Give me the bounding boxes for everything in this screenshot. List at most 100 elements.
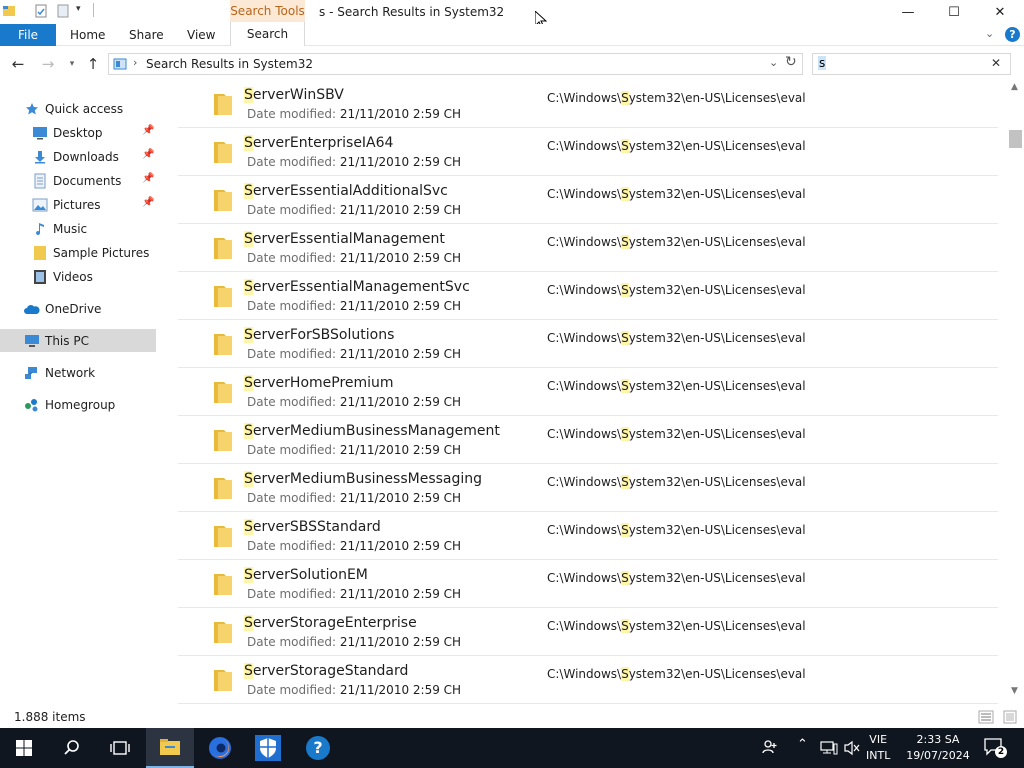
sidebar-item-network[interactable]: Network [0, 361, 156, 384]
pin-icon[interactable]: 📌 [142, 125, 154, 136]
result-row[interactable]: ServerWinSBV Date modified: 21/11/2010 2:… [178, 80, 998, 128]
sidebar-item-label: Documents [53, 173, 122, 188]
scroll-up-icon[interactable]: ▲ [1011, 82, 1018, 92]
large-icons-view-icon[interactable] [1003, 710, 1017, 724]
scrollbar-thumb[interactable] [1009, 130, 1022, 148]
new-folder-icon[interactable] [56, 4, 70, 18]
file-location: C:\Windows\System32\en-US\Licenses\eval [547, 379, 806, 393]
file-name-rest: erverStorageEnterprise [252, 615, 417, 631]
folder-icon [214, 142, 232, 163]
pin-icon[interactable]: 📌 [142, 173, 154, 184]
file-name[interactable]: ServerEssentialManagementSvc [244, 279, 470, 295]
clock[interactable]: 2:33 SA 19/07/2024 [902, 732, 974, 764]
file-name[interactable]: ServerStorageEnterprise [244, 615, 417, 631]
expand-ribbon-icon[interactable]: ⌄ [985, 27, 994, 40]
up-icon[interactable]: ↑ [83, 54, 103, 74]
sidebar-item-desktop[interactable]: Desktop 📌 [0, 121, 156, 144]
date-modified: Date modified: 21/11/2010 2:59 CH [247, 107, 461, 121]
sidebar-item-quick-access[interactable]: Quick access [0, 97, 156, 120]
file-name[interactable]: ServerForSBSolutions [244, 327, 394, 343]
date-modified: Date modified: 21/11/2010 2:59 CH [247, 251, 461, 265]
result-row[interactable]: ServerEssentialManagementSvc Date modifie… [178, 272, 998, 320]
sidebar-item-downloads[interactable]: Downloads 📌 [0, 145, 156, 168]
sidebar-item-sample-pictures[interactable]: Sample Pictures [0, 241, 156, 264]
sidebar-item-music[interactable]: Music [0, 217, 156, 240]
tab-share[interactable]: Share [129, 24, 164, 46]
scroll-down-icon[interactable]: ▼ [1011, 686, 1018, 696]
result-row[interactable]: ServerEnterpriseIA64 Date modified: 21/11… [178, 128, 998, 176]
file-name[interactable]: ServerEnterpriseIA64 [244, 135, 393, 151]
file-name[interactable]: ServerEssentialManagement [244, 231, 445, 247]
file-location: C:\Windows\System32\en-US\Licenses\eval [547, 91, 806, 105]
breadcrumb[interactable]: Search Results in System32 [146, 57, 313, 71]
file-name[interactable]: ServerMediumBusinessManagement [244, 423, 500, 439]
sidebar-item-pictures[interactable]: Pictures 📌 [0, 193, 156, 216]
file-name[interactable]: ServerMediumBusinessMessaging [244, 471, 482, 487]
clear-search-button[interactable]: ✕ [991, 56, 1001, 70]
result-row[interactable]: ServerStorageStandard Date modified: 21/1… [178, 656, 998, 704]
explorer-app-icon[interactable] [2, 4, 16, 18]
refresh-icon[interactable]: ↻ [785, 54, 797, 70]
breadcrumb-separator[interactable]: › [133, 56, 137, 69]
result-row[interactable]: ServerSBSStandard Date modified: 21/11/20… [178, 512, 998, 560]
result-row[interactable]: ServerHomePremium Date modified: 21/11/20… [178, 368, 998, 416]
close-button[interactable]: ✕ [977, 0, 1023, 24]
tab-home[interactable]: Home [70, 24, 105, 46]
file-name[interactable]: ServerEssentialAdditionalSvc [244, 183, 448, 199]
sidebar-item-onedrive[interactable]: OneDrive [0, 297, 156, 320]
input-language-indicator[interactable]: VIE INTL [866, 732, 890, 764]
file-name[interactable]: ServerWinSBV [244, 87, 344, 103]
search-button[interactable] [48, 728, 96, 768]
result-row[interactable]: ServerMediumBusinessManagement Date modif… [178, 416, 998, 464]
file-name[interactable]: ServerSolutionEM [244, 567, 368, 583]
show-hidden-icons-icon[interactable]: ⌃ [797, 737, 808, 752]
address-dropdown-icon[interactable]: ⌄ [769, 56, 778, 69]
taskbar-help[interactable]: ? [294, 728, 342, 768]
forward-icon[interactable]: → [38, 54, 58, 74]
search-input[interactable]: s ✕ [812, 53, 1011, 75]
minimize-button[interactable]: — [885, 0, 931, 24]
sidebar-item-documents[interactable]: Documents 📌 [0, 169, 156, 192]
tab-search[interactable]: Search [230, 22, 305, 46]
properties-icon[interactable] [34, 4, 48, 18]
file-name[interactable]: ServerHomePremium [244, 375, 394, 391]
date-modified-label: Date modified: [247, 443, 337, 457]
customize-quick-access-icon[interactable]: ▾ [76, 4, 81, 14]
result-row[interactable]: ServerMediumBusinessMessaging Date modifi… [178, 464, 998, 512]
pictures-icon [32, 197, 48, 213]
back-icon[interactable]: ← [8, 54, 28, 74]
path-suffix: ystem32\en-US\Licenses\eval [628, 619, 806, 633]
start-button[interactable] [0, 728, 48, 768]
tab-view[interactable]: View [187, 24, 215, 46]
network-status-icon[interactable] [820, 740, 838, 756]
volume-muted-icon[interactable] [843, 740, 861, 756]
path-suffix: ystem32\en-US\Licenses\eval [628, 379, 806, 393]
sidebar-item-videos[interactable]: Videos [0, 265, 156, 288]
task-view-button[interactable] [96, 728, 144, 768]
details-view-icon[interactable] [978, 710, 994, 724]
result-row[interactable]: ServerSolutionEM Date modified: 21/11/201… [178, 560, 998, 608]
path-suffix: ystem32\en-US\Licenses\eval [628, 427, 806, 441]
search-query[interactable]: s [818, 56, 827, 70]
taskbar-firefox[interactable] [196, 728, 244, 768]
people-icon[interactable] [761, 738, 779, 756]
result-row[interactable]: ServerEssentialAdditionalSvc Date modifie… [178, 176, 998, 224]
address-bar[interactable]: › Search Results in System32 ⌄ ↻ [108, 53, 803, 75]
result-row[interactable]: ServerEssentialManagement Date modified: … [178, 224, 998, 272]
sidebar-item-homegroup[interactable]: Homegroup [0, 393, 156, 416]
help-button[interactable]: ? [1005, 27, 1020, 42]
tab-file[interactable]: File [0, 24, 56, 46]
taskbar-security[interactable] [244, 728, 292, 768]
pin-icon[interactable]: 📌 [142, 149, 154, 160]
vertical-scrollbar[interactable]: ▲ ▼ [1007, 80, 1024, 704]
taskbar-file-explorer[interactable] [146, 728, 194, 768]
result-row[interactable]: ServerStorageEnterprise Date modified: 21… [178, 608, 998, 656]
maximize-button[interactable]: ☐ [931, 0, 977, 24]
file-name[interactable]: ServerStorageStandard [244, 663, 408, 679]
pin-icon[interactable]: 📌 [142, 197, 154, 208]
file-name[interactable]: ServerSBSStandard [244, 519, 381, 535]
sidebar-item-this-pc[interactable]: This PC [0, 329, 156, 352]
recent-locations-icon[interactable]: ▾ [62, 54, 82, 74]
result-row[interactable]: ServerForSBSolutions Date modified: 21/11… [178, 320, 998, 368]
path-prefix: C:\Windows\ [547, 91, 622, 105]
